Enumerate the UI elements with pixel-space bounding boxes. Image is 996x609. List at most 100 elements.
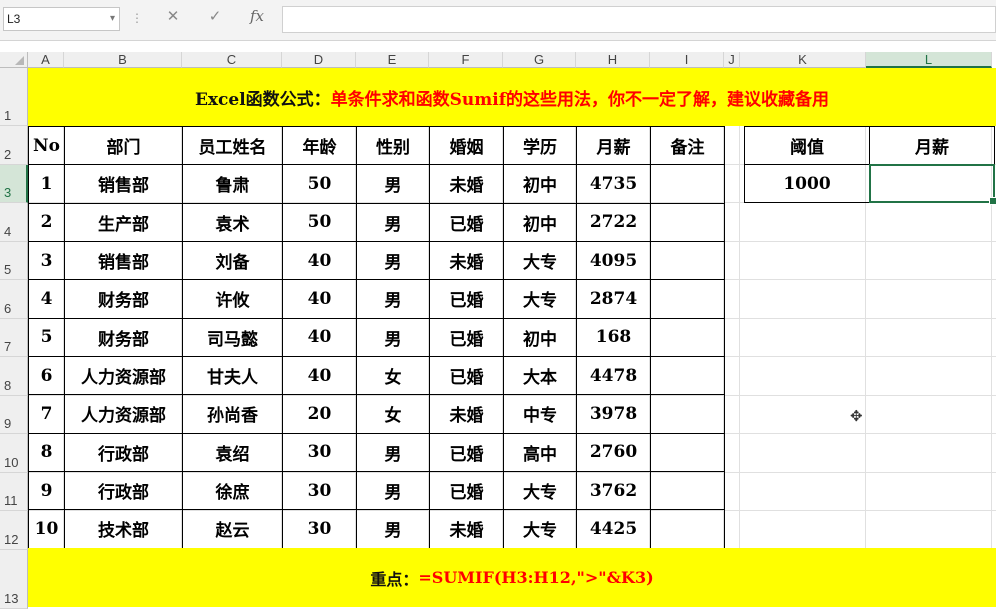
- table-row-cell[interactable]: 40: [282, 355, 357, 396]
- table-row-cell[interactable]: [650, 164, 725, 204]
- row-header-11[interactable]: 11: [0, 473, 28, 511]
- table-row-cell[interactable]: [650, 317, 725, 357]
- check-icon[interactable]: ✓: [200, 7, 230, 31]
- table-header-row-cell[interactable]: 性别: [356, 125, 430, 166]
- row-header-6[interactable]: 6: [0, 280, 28, 319]
- table-row-cell[interactable]: 30: [282, 470, 357, 511]
- table-row-cell[interactable]: 未婚: [429, 509, 504, 549]
- column-header-h[interactable]: H: [576, 52, 650, 68]
- table-row-cell[interactable]: 女: [356, 355, 430, 396]
- column-header-k[interactable]: K: [740, 52, 866, 68]
- table-row-cell[interactable]: 7: [28, 394, 65, 434]
- table-row-cell[interactable]: 人力资源部: [64, 355, 183, 396]
- table-row-cell[interactable]: 女: [356, 394, 430, 434]
- table-row-cell[interactable]: 3: [28, 240, 65, 281]
- table-row-cell[interactable]: 销售部: [64, 164, 183, 204]
- table-row-cell[interactable]: 168: [576, 317, 651, 357]
- name-box[interactable]: L3 ▾: [3, 7, 120, 31]
- table-row-cell[interactable]: 40: [282, 317, 357, 357]
- table-header-row-cell[interactable]: 学历: [503, 125, 577, 166]
- salary-header[interactable]: 月薪: [869, 126, 995, 165]
- chevron-down-icon[interactable]: ▾: [110, 8, 115, 30]
- table-row-cell[interactable]: 大专: [503, 509, 577, 549]
- row-header-9[interactable]: 9: [0, 396, 28, 434]
- insert-function-icon[interactable]: fx: [242, 7, 272, 31]
- table-row-cell[interactable]: 初中: [503, 164, 577, 204]
- table-row-cell[interactable]: 司马懿: [182, 317, 283, 357]
- table-row-cell[interactable]: 鲁肃: [182, 164, 283, 204]
- table-row-cell[interactable]: 男: [356, 432, 430, 472]
- table-row-cell[interactable]: 男: [356, 240, 430, 281]
- row-header-1[interactable]: 1: [0, 68, 28, 126]
- table-row-cell[interactable]: 高中: [503, 432, 577, 472]
- table-row-cell[interactable]: 5: [28, 317, 65, 357]
- table-row-cell[interactable]: 孙尚香: [182, 394, 283, 434]
- column-header-j[interactable]: J: [724, 52, 740, 68]
- table-row-cell[interactable]: [650, 394, 725, 434]
- row-header-10[interactable]: 10: [0, 434, 28, 473]
- table-row-cell[interactable]: 男: [356, 509, 430, 549]
- row-header-4[interactable]: 4: [0, 203, 28, 242]
- table-header-row-cell[interactable]: 部门: [64, 125, 183, 166]
- table-row-cell[interactable]: [650, 509, 725, 549]
- selected-cell-L3[interactable]: [869, 164, 996, 205]
- table-row-cell[interactable]: [650, 432, 725, 472]
- table-row-cell[interactable]: 3762: [576, 470, 651, 511]
- table-row-cell[interactable]: 已婚: [429, 317, 504, 357]
- column-header-e[interactable]: E: [356, 52, 429, 68]
- footer-cell[interactable]: 重点： =SUMIF(H3:H12,">"&K3): [28, 548, 996, 607]
- table-row-cell[interactable]: 4095: [576, 240, 651, 281]
- table-row-cell[interactable]: 已婚: [429, 355, 504, 396]
- table-row-cell[interactable]: 4425: [576, 509, 651, 549]
- table-row-cell[interactable]: 40: [282, 240, 357, 281]
- table-row-cell[interactable]: 30: [282, 432, 357, 472]
- table-row-cell[interactable]: [650, 355, 725, 396]
- table-row-cell[interactable]: 20: [282, 394, 357, 434]
- table-row-cell[interactable]: 大专: [503, 470, 577, 511]
- table-row-cell[interactable]: 4: [28, 279, 65, 319]
- row-header-7[interactable]: 7: [0, 319, 28, 357]
- table-row-cell[interactable]: 未婚: [429, 164, 504, 204]
- column-header-c[interactable]: C: [182, 52, 282, 68]
- threshold-header[interactable]: 阈值: [744, 126, 870, 165]
- table-row-cell[interactable]: 男: [356, 317, 430, 357]
- table-row-cell[interactable]: 6: [28, 355, 65, 396]
- table-row-cell[interactable]: 40: [282, 279, 357, 319]
- table-row-cell[interactable]: 行政部: [64, 432, 183, 472]
- table-row-cell[interactable]: 未婚: [429, 240, 504, 281]
- table-row-cell[interactable]: 赵云: [182, 509, 283, 549]
- column-header-i[interactable]: I: [650, 52, 724, 68]
- column-header-b[interactable]: B: [64, 52, 182, 68]
- table-row-cell[interactable]: [650, 279, 725, 319]
- table-row-cell[interactable]: 甘夫人: [182, 355, 283, 396]
- table-row-cell[interactable]: 男: [356, 202, 430, 242]
- table-row-cell[interactable]: 50: [282, 202, 357, 242]
- table-row-cell[interactable]: 已婚: [429, 202, 504, 242]
- table-row-cell[interactable]: 行政部: [64, 470, 183, 511]
- table-row-cell[interactable]: 2: [28, 202, 65, 242]
- table-row-cell[interactable]: 未婚: [429, 394, 504, 434]
- column-header-g[interactable]: G: [503, 52, 576, 68]
- table-row-cell[interactable]: 中专: [503, 394, 577, 434]
- column-header-d[interactable]: D: [282, 52, 356, 68]
- table-header-row-cell[interactable]: 年龄: [282, 125, 357, 166]
- table-row-cell[interactable]: 袁术: [182, 202, 283, 242]
- table-row-cell[interactable]: 50: [282, 164, 357, 204]
- table-row-cell[interactable]: 已婚: [429, 470, 504, 511]
- table-row-cell[interactable]: 10: [28, 509, 65, 549]
- formula-input[interactable]: [282, 6, 996, 33]
- table-header-row-cell[interactable]: 婚姻: [429, 125, 504, 166]
- row-header-3[interactable]: 3: [0, 165, 28, 203]
- table-row-cell[interactable]: 2722: [576, 202, 651, 242]
- column-header-l[interactable]: L: [866, 52, 992, 68]
- table-row-cell[interactable]: 已婚: [429, 279, 504, 319]
- table-row-cell[interactable]: 30: [282, 509, 357, 549]
- drag-handle-icon[interactable]: ⋮: [131, 11, 143, 25]
- column-header-f[interactable]: F: [429, 52, 503, 68]
- table-row-cell[interactable]: 2760: [576, 432, 651, 472]
- table-row-cell[interactable]: 3978: [576, 394, 651, 434]
- cancel-icon[interactable]: ✕: [158, 7, 188, 31]
- table-row-cell[interactable]: 生产部: [64, 202, 183, 242]
- table-row-cell[interactable]: [650, 202, 725, 242]
- table-row-cell[interactable]: 人力资源部: [64, 394, 183, 434]
